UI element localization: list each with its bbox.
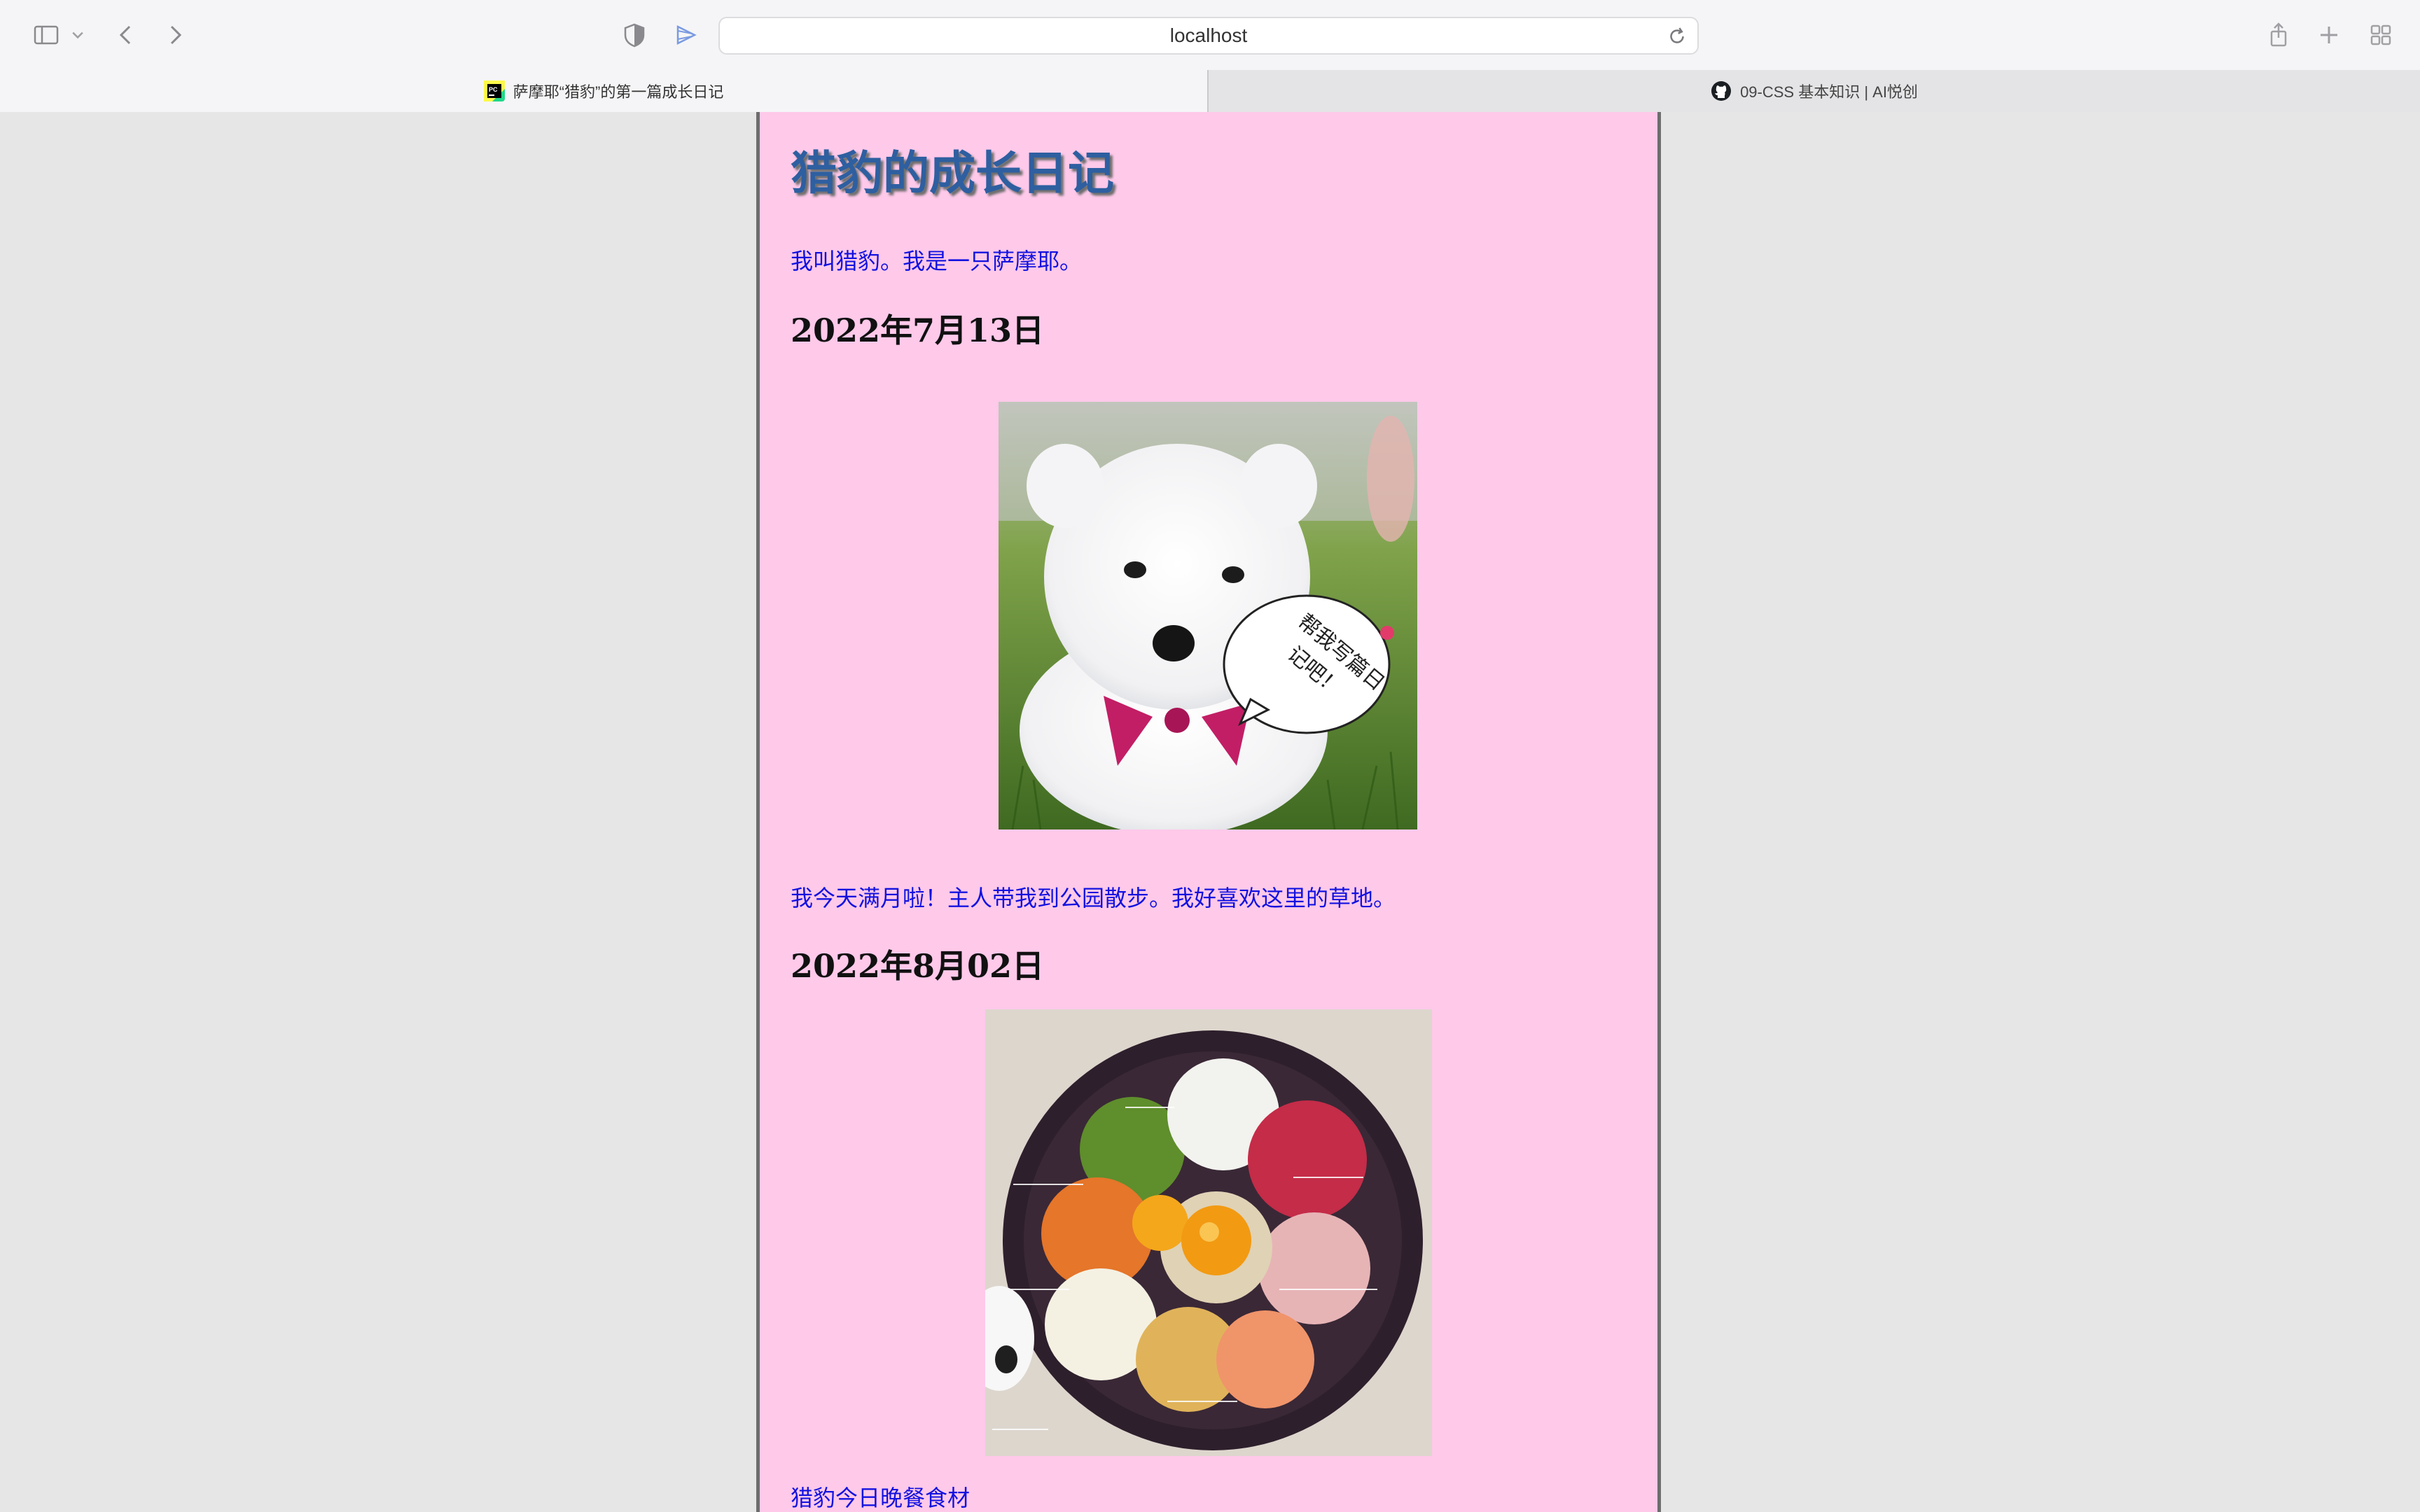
extension-icon[interactable] [669,20,703,50]
back-icon[interactable] [109,20,143,50]
intro-paragraph: 我叫猎豹。我是一只萨摩耶。 [791,248,1083,274]
share-icon[interactable] [2262,20,2295,50]
privacy-shield-icon[interactable] [618,20,651,50]
dinner-photo [985,1009,1432,1456]
diary-page: 猎豹的成长日记 我叫猎豹。我是一只萨摩耶。 2022年7月13日 帮我写篇日 记… [756,112,1661,1512]
entry-date-2: 2022年8月02日 [791,947,1045,985]
svg-text:PC: PC [489,86,498,93]
puppy-photo: 帮我写篇日 记吧！ [999,402,1417,830]
sidebar-toggle-icon[interactable] [25,20,67,50]
entry-date-1: 2022年7月13日 [791,312,1045,349]
tab-label: 萨摩耶“猎豹”的第一篇成长日记 [513,83,724,101]
tab-bar: PC 萨摩耶“猎豹”的第一篇成长日记 09-CSS 基本知识 | AI悦创 [0,70,2420,112]
chevron-down-icon[interactable] [66,20,90,50]
page-title: 猎豹的成长日记 [791,146,1114,200]
tab-diary[interactable]: PC 萨摩耶“猎豹”的第一篇成长日记 [0,70,1207,112]
address-bar-text: localhost [1169,24,1248,46]
page-viewport: 猎豹的成长日记 我叫猎豹。我是一只萨摩耶。 2022年7月13日 帮我写篇日 记… [0,112,2420,1512]
pycharm-favicon-icon: PC [483,80,505,102]
github-favicon-icon [1711,80,1732,102]
forward-icon[interactable] [158,20,192,50]
new-tab-icon[interactable] [2312,20,2346,50]
tab-overview-icon[interactable] [2364,20,2398,50]
entry-text-2: 猎豹今日晚餐食材 [791,1485,971,1511]
tab-label: 09-CSS 基本知识 | AI悦创 [1740,83,1918,101]
browser-toolbar: localhost [0,0,2420,70]
reload-icon[interactable] [1665,24,1689,48]
tab-css-basics[interactable]: 09-CSS 基本知识 | AI悦创 [1207,70,2420,112]
entry-text-1: 我今天满月啦！主人带我到公园散步。我好喜欢这里的草地。 [791,885,1396,911]
address-bar[interactable]: localhost [718,17,1699,55]
